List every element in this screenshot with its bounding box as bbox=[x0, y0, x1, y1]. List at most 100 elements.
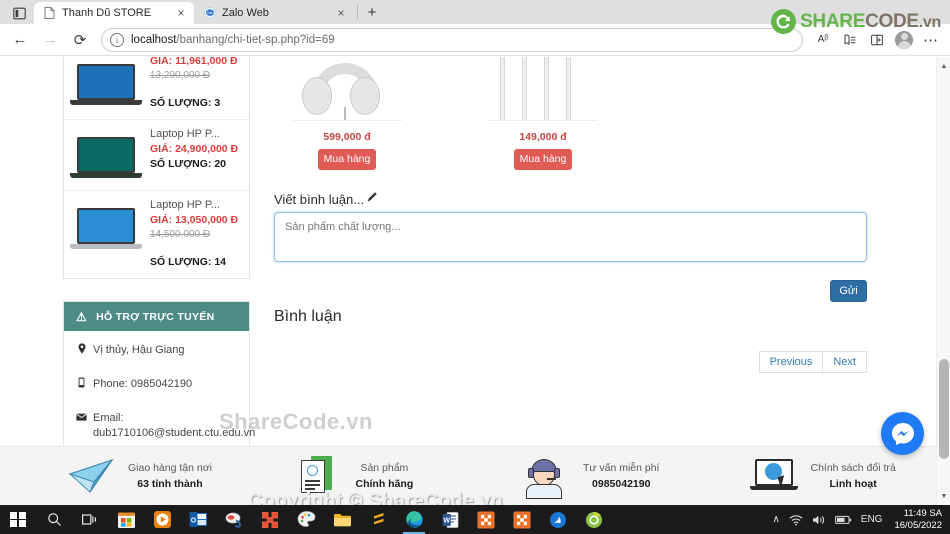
word-icon[interactable]: W bbox=[432, 505, 468, 534]
list-item[interactable]: Laptop HP P... GIÁ: 13,050,000 Đ 14,500,… bbox=[64, 191, 249, 278]
product-name: Laptop HP P... bbox=[150, 199, 220, 211]
search-icon[interactable] bbox=[36, 505, 72, 534]
product-card-0[interactable]: 599,000 đ Mua hàng bbox=[292, 57, 402, 170]
support-phone: Phone: 0985042190 bbox=[93, 378, 193, 390]
heidisql-icon-2[interactable] bbox=[504, 505, 540, 534]
laptop-support-icon bbox=[749, 454, 801, 498]
write-comment-text: Viết bình luận... bbox=[274, 192, 365, 207]
tab-close-button-1[interactable]: × bbox=[334, 6, 348, 20]
page-scrollbar[interactable]: ▲ ▼ bbox=[936, 57, 950, 505]
phone-icon bbox=[76, 377, 87, 393]
support-email-row: Email: dub1710106@student.ctu.edu.vn bbox=[76, 411, 255, 441]
photos-icon[interactable] bbox=[540, 505, 576, 534]
footer-service-3: Chính sách đổi trả Linh hoạt bbox=[749, 454, 937, 498]
svg-text:O: O bbox=[190, 518, 196, 525]
footer-service-line1: Chính sách đổi trả bbox=[810, 462, 896, 474]
send-row: Gửi bbox=[274, 280, 867, 302]
pencil-icon bbox=[366, 191, 378, 206]
comment-input[interactable] bbox=[274, 212, 867, 262]
sharecode-logo-text: SHARECODE.vn bbox=[800, 11, 941, 33]
footer-service-line2: 63 tỉnh thành bbox=[137, 478, 203, 490]
product-name: Laptop HP P... bbox=[150, 128, 220, 140]
product-info: Laptop HP P... GIÁ: 24,900,000 Đ SỐ LƯỢN… bbox=[144, 126, 241, 172]
product-quantity: SỐ LƯỢNG: 20 bbox=[150, 158, 227, 170]
support-address: Vị thủy, Hậu Giang bbox=[93, 344, 185, 356]
chrome-canary-icon[interactable] bbox=[576, 505, 612, 534]
list-item[interactable]: Laptop HP P... GIÁ: 24,900,000 Đ SỐ LƯỢN… bbox=[64, 120, 249, 191]
scroll-down-arrow[interactable]: ▼ bbox=[937, 489, 950, 503]
svg-text:W: W bbox=[443, 517, 450, 524]
reload-button[interactable]: ⟳ bbox=[66, 27, 94, 53]
messenger-icon bbox=[891, 422, 914, 445]
product-thumbnail bbox=[68, 57, 144, 109]
browser-tab-title-1: Zalo Web bbox=[222, 7, 269, 19]
tab-separator bbox=[357, 5, 358, 19]
scrollbar-thumb[interactable] bbox=[939, 359, 949, 459]
clock-date: 16/05/2022 bbox=[894, 519, 942, 531]
buy-button[interactable]: Mua hàng bbox=[514, 149, 572, 170]
product-thumbnail bbox=[68, 128, 144, 182]
microsoft-store-icon[interactable] bbox=[108, 505, 144, 534]
footer-service-line2: 0985042190 bbox=[592, 478, 651, 490]
footer-service-text: Sản phẩm Chính hãng bbox=[356, 460, 414, 492]
product-cards-row: 599,000 đ Mua hàng 149,000 đ Mua hàng bbox=[292, 57, 742, 170]
footer-service-text: Tư vấn miễn phí 0985042190 bbox=[583, 460, 659, 492]
address-bar[interactable]: i localhost/banhang/chi-tiet-sp.php?id=6… bbox=[101, 27, 803, 52]
system-tray: ∧ ENG 11:49 SA 16/05/2022 bbox=[772, 508, 950, 532]
previous-page-button[interactable]: Previous bbox=[758, 351, 824, 373]
paint-3d-icon[interactable] bbox=[216, 505, 252, 534]
forward-button[interactable]: → bbox=[36, 27, 64, 53]
tab-close-button-0[interactable]: × bbox=[174, 6, 188, 20]
page-icon bbox=[43, 7, 56, 20]
windows-start-icon[interactable] bbox=[0, 505, 36, 534]
svg-text:Zalo: Zalo bbox=[206, 11, 213, 15]
list-item[interactable]: GIÁ: 11,961,000 Đ 13,290,000 Đ SỐ LƯỢNG:… bbox=[64, 57, 249, 120]
scroll-up-arrow[interactable]: ▲ bbox=[937, 59, 950, 73]
paint-icon[interactable] bbox=[288, 505, 324, 534]
product-price: GIÁ: 24,900,000 Đ bbox=[150, 143, 239, 155]
chevron-up-icon[interactable]: ∧ bbox=[772, 514, 779, 525]
tab-actions-button[interactable] bbox=[4, 2, 34, 24]
product-info: GIÁ: 11,961,000 Đ 13,290,000 Đ SỐ LƯỢNG:… bbox=[144, 57, 241, 111]
product-quantity: SỐ LƯỢNG: 14 bbox=[150, 256, 227, 268]
input-language-indicator[interactable]: ENG bbox=[861, 514, 883, 525]
taskbar-clock[interactable]: 11:49 SA 16/05/2022 bbox=[891, 508, 942, 532]
white-product-image bbox=[488, 57, 598, 121]
footer-service-line2: Linh hoạt bbox=[829, 478, 877, 490]
next-page-button[interactable]: Next bbox=[823, 351, 867, 373]
windows-taskbar: O W ∧ ENG 11:49 SA 16/05/2022 bbox=[0, 505, 950, 534]
support-panel-header: ⚠ HỖ TRỢ TRỰC TUYẾN bbox=[64, 302, 249, 331]
browser-tab-0[interactable]: Thanh Dũ STORE × bbox=[34, 2, 194, 24]
microsoft-edge-icon[interactable] bbox=[396, 505, 432, 534]
task-view-icon[interactable] bbox=[72, 505, 108, 534]
product-old-price: 14,500,000 Đ bbox=[150, 229, 211, 240]
headset-agent-icon bbox=[521, 454, 573, 499]
xampp-icon[interactable] bbox=[252, 505, 288, 534]
support-panel-title: HỖ TRỢ TRỰC TUYẾN bbox=[96, 310, 215, 323]
heidisql-icon[interactable] bbox=[468, 505, 504, 534]
new-tab-button[interactable]: + bbox=[361, 2, 383, 22]
battery-icon[interactable] bbox=[834, 515, 852, 525]
logo-text-share: SHARE bbox=[800, 10, 866, 32]
back-button[interactable]: ← bbox=[6, 27, 34, 53]
product-card-1[interactable]: 149,000 đ Mua hàng bbox=[488, 57, 598, 170]
product-old-price: 13,290,000 Đ bbox=[150, 70, 211, 81]
sharecode-logo-mark bbox=[771, 9, 797, 34]
buy-button[interactable]: Mua hàng bbox=[318, 149, 376, 170]
logo-text-vn: .vn bbox=[918, 13, 942, 31]
browser-tab-1[interactable]: Zalo Zalo Web × bbox=[194, 2, 354, 24]
outlook-icon[interactable]: O bbox=[180, 505, 216, 534]
volume-icon[interactable] bbox=[812, 514, 826, 526]
send-comment-button[interactable]: Gửi bbox=[830, 280, 867, 302]
browser-tab-title-0: Thanh Dũ STORE bbox=[62, 7, 152, 19]
media-player-icon[interactable] bbox=[144, 505, 180, 534]
sharecode-watermark-logo: SHARECODE.vn bbox=[771, 9, 941, 34]
web-page: GIÁ: 11,961,000 Đ 13,290,000 Đ SỐ LƯỢNG:… bbox=[0, 57, 936, 505]
sublime-text-icon[interactable] bbox=[360, 505, 396, 534]
support-address-row: Vị thủy, Hậu Giang bbox=[76, 343, 237, 359]
file-explorer-icon[interactable] bbox=[324, 505, 360, 534]
wifi-icon[interactable] bbox=[789, 514, 803, 526]
footer-service-line1: Sản phẩm bbox=[360, 462, 409, 474]
messenger-chat-button[interactable] bbox=[881, 412, 924, 455]
site-info-icon[interactable]: i bbox=[110, 32, 124, 47]
